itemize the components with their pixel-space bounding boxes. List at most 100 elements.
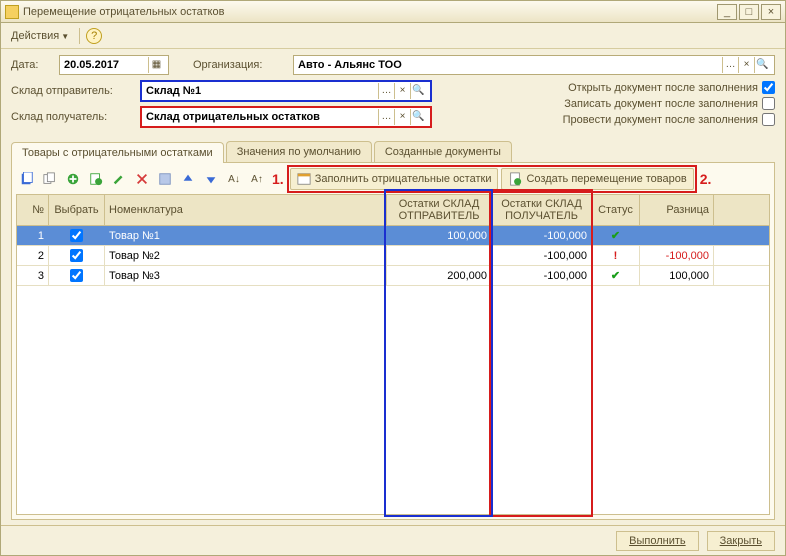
cell-difference: 100,000 <box>640 266 714 285</box>
add-icon[interactable] <box>63 169 83 189</box>
cell-select[interactable] <box>49 226 105 245</box>
grid-toolbar: A↓ A↑ 1. Заполнить отрицательные остатки… <box>16 167 770 191</box>
window-title: Перемещение отрицательных остатков <box>23 6 715 18</box>
date-label: Дата: <box>11 59 59 71</box>
footer: Выполнить Закрыть <box>1 525 785 555</box>
cell-select[interactable] <box>49 266 105 285</box>
grid-body: 1Товар №1100,000-100,000✔2Товар №2-100,0… <box>17 226 769 514</box>
cell-status: ! <box>592 246 640 265</box>
cell-select[interactable] <box>49 246 105 265</box>
cell-status: ✔ <box>592 226 640 245</box>
edit-icon[interactable] <box>109 169 129 189</box>
tab-defaults[interactable]: Значения по умолчанию <box>226 141 372 162</box>
open-after-checkbox[interactable] <box>762 81 775 94</box>
open-after-label: Открыть документ после заполнения <box>568 82 758 94</box>
col-select[interactable]: Выбрать <box>49 195 105 225</box>
cell-difference <box>640 226 714 245</box>
sender-value: Склад №1 <box>146 85 378 97</box>
search-icon[interactable]: 🔍 <box>410 109 426 125</box>
move-start-icon[interactable] <box>155 169 175 189</box>
ellipsis-icon[interactable]: … <box>722 57 738 73</box>
chevron-down-icon: ▼ <box>61 32 69 41</box>
table-row[interactable]: 3 Товар №3200,000-100,000✔100,000 <box>17 266 769 286</box>
ellipsis-icon[interactable]: … <box>378 83 394 99</box>
copy-icon[interactable] <box>40 169 60 189</box>
org-label: Организация: <box>193 59 293 71</box>
save-after-label: Записать документ после заполнения <box>564 98 758 110</box>
app-window: Перемещение отрицательных остатков _ □ ×… <box>0 0 786 556</box>
document-icon <box>508 172 522 186</box>
tab-panel: A↓ A↑ 1. Заполнить отрицательные остатки… <box>11 162 775 520</box>
post-after-label: Провести документ после заполнения <box>563 114 758 126</box>
sort-desc-icon[interactable]: A↑ <box>247 169 267 189</box>
cell-receiver-stock: -100,000 <box>492 246 592 265</box>
ellipsis-icon[interactable]: … <box>378 109 394 125</box>
separator <box>79 28 80 44</box>
annotation-1: 1. <box>272 171 284 187</box>
table-icon <box>297 172 311 186</box>
clear-icon[interactable]: × <box>738 57 754 73</box>
cell-number: 3 <box>17 266 49 285</box>
tabs: Товары с отрицательными остатками Значен… <box>1 137 785 162</box>
refresh-icon[interactable] <box>17 169 37 189</box>
add-copy-icon[interactable] <box>86 169 106 189</box>
cell-nomenclature: Товар №1 <box>105 226 387 245</box>
receiver-field[interactable]: Склад отрицательных остатков … × 🔍 <box>141 107 431 127</box>
date-field[interactable]: 20.05.2017 ▦ <box>59 55 169 75</box>
annotation-2: 2. <box>700 171 712 187</box>
sort-asc-icon[interactable]: A↓ <box>224 169 244 189</box>
titlebar: Перемещение отрицательных остатков _ □ × <box>1 1 785 23</box>
receiver-label: Склад получатель: <box>11 111 141 123</box>
grid: № Выбрать Номенклатура Остатки СКЛАД ОТП… <box>16 194 770 515</box>
cell-receiver-stock: -100,000 <box>492 226 592 245</box>
create-transfer-button[interactable]: Создать перемещение товаров <box>501 168 693 190</box>
receiver-value: Склад отрицательных остатков <box>146 111 378 123</box>
col-number[interactable]: № <box>17 195 49 225</box>
cell-sender-stock: 200,000 <box>387 266 492 285</box>
clear-icon[interactable]: × <box>394 109 410 125</box>
move-down-icon[interactable] <box>201 169 221 189</box>
org-field[interactable]: Авто - Альянс ТОО … × 🔍 <box>293 55 775 75</box>
cell-status: ✔ <box>592 266 640 285</box>
cell-nomenclature: Товар №3 <box>105 266 387 285</box>
table-row[interactable]: 1 Товар №1100,000-100,000✔ <box>17 226 769 246</box>
calendar-icon[interactable]: ▦ <box>148 57 164 73</box>
cell-difference: -100,000 <box>640 246 714 265</box>
actions-menu[interactable]: Действия▼ <box>7 28 73 44</box>
col-nomenclature[interactable]: Номенклатура <box>105 195 387 225</box>
delete-icon[interactable] <box>132 169 152 189</box>
run-button[interactable]: Выполнить <box>616 531 698 551</box>
form-area: Дата: 20.05.2017 ▦ Организация: Авто - А… <box>1 49 785 137</box>
sender-label: Склад отправитель: <box>11 85 141 97</box>
col-sender-stock[interactable]: Остатки СКЛАД ОТПРАВИТЕЛЬ <box>387 195 492 225</box>
minimize-button[interactable]: _ <box>717 4 737 20</box>
help-button[interactable]: ? <box>86 28 102 44</box>
tab-created-docs[interactable]: Созданные документы <box>374 141 512 162</box>
sender-field[interactable]: Склад №1 … × 🔍 <box>141 81 431 101</box>
grid-header: № Выбрать Номенклатура Остатки СКЛАД ОТП… <box>17 195 769 226</box>
cell-sender-stock: 100,000 <box>387 226 492 245</box>
date-value: 20.05.2017 <box>64 59 148 71</box>
move-up-icon[interactable] <box>178 169 198 189</box>
col-receiver-stock[interactable]: Остатки СКЛАД ПОЛУЧАТЕЛЬ <box>492 195 592 225</box>
org-value: Авто - Альянс ТОО <box>298 59 722 71</box>
close-button[interactable]: × <box>761 4 781 20</box>
close-footer-button[interactable]: Закрыть <box>707 531 775 551</box>
clear-icon[interactable]: × <box>394 83 410 99</box>
search-icon[interactable]: 🔍 <box>754 57 770 73</box>
col-difference[interactable]: Разница <box>640 195 714 225</box>
cell-nomenclature: Товар №2 <box>105 246 387 265</box>
fill-negative-button[interactable]: Заполнить отрицательные остатки <box>290 168 499 190</box>
tab-negative-stock[interactable]: Товары с отрицательными остатками <box>11 142 224 163</box>
maximize-button[interactable]: □ <box>739 4 759 20</box>
search-icon[interactable]: 🔍 <box>410 83 426 99</box>
app-icon <box>5 5 19 19</box>
cell-sender-stock <box>387 246 492 265</box>
col-status[interactable]: Статус <box>592 195 640 225</box>
save-after-checkbox[interactable] <box>762 97 775 110</box>
table-row[interactable]: 2 Товар №2 -100,000!-100,000 <box>17 246 769 266</box>
cell-number: 1 <box>17 226 49 245</box>
cell-number: 2 <box>17 246 49 265</box>
cell-receiver-stock: -100,000 <box>492 266 592 285</box>
post-after-checkbox[interactable] <box>762 113 775 126</box>
